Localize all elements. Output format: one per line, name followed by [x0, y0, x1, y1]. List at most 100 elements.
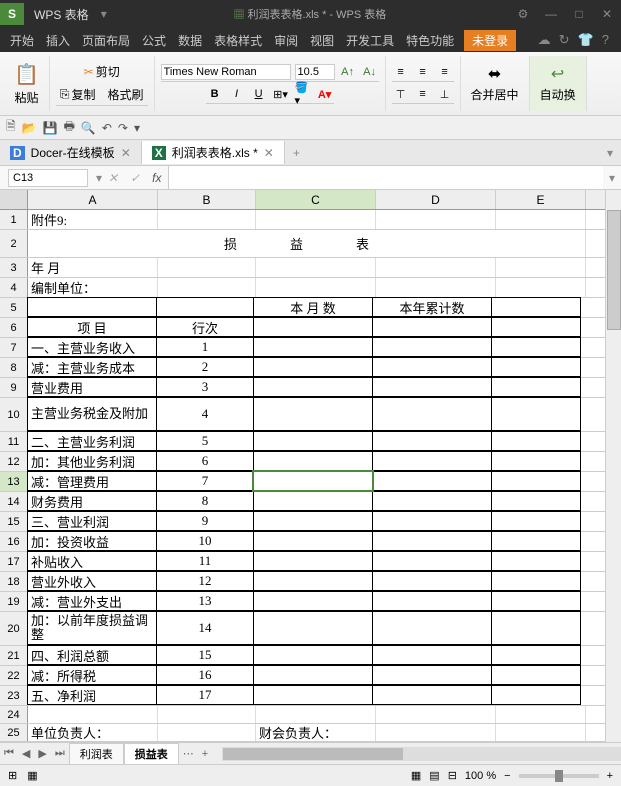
cell[interactable]: [158, 706, 256, 723]
row-header[interactable]: 10: [0, 398, 28, 431]
cloud-icon[interactable]: ☁: [538, 32, 551, 48]
cell[interactable]: [253, 591, 373, 611]
cell[interactable]: [491, 571, 581, 591]
cell[interactable]: [256, 258, 376, 277]
menu-review[interactable]: 审阅: [268, 30, 304, 51]
cell[interactable]: [491, 337, 581, 357]
cell[interactable]: 主营业务税金及附加: [27, 397, 157, 431]
cell[interactable]: 财会负责人：: [256, 724, 376, 741]
cell[interactable]: 14: [156, 611, 254, 645]
align-right-icon[interactable]: ≡: [436, 63, 454, 81]
cell[interactable]: 加：其他业务利润: [27, 451, 157, 471]
print-icon[interactable]: 🖶: [64, 117, 75, 138]
shirt-icon[interactable]: 👕: [578, 32, 594, 48]
settings-icon[interactable]: ⚙: [509, 7, 537, 21]
cell[interactable]: [491, 611, 581, 645]
cell[interactable]: [372, 357, 492, 377]
cell[interactable]: 5: [156, 431, 254, 451]
cell[interactable]: [376, 210, 496, 229]
cell[interactable]: [376, 724, 496, 741]
cell[interactable]: 一、主营业务收入: [27, 337, 157, 357]
view-page-icon[interactable]: ▤: [429, 769, 439, 782]
cell[interactable]: 10: [156, 531, 254, 551]
paste-button[interactable]: 📋 粘贴: [10, 60, 43, 108]
cell[interactable]: 减：所得税: [27, 665, 157, 685]
cell[interactable]: [253, 451, 373, 471]
valign-bot-icon[interactable]: ⊥: [436, 85, 454, 103]
row-header[interactable]: 9: [0, 378, 28, 397]
row-header[interactable]: 7: [0, 338, 28, 357]
cell[interactable]: [253, 571, 373, 591]
col-header-c[interactable]: C: [256, 190, 376, 209]
cell[interactable]: [156, 297, 254, 317]
row-header[interactable]: 5: [0, 298, 28, 317]
align-left-icon[interactable]: ≡: [392, 63, 410, 81]
cell[interactable]: [253, 431, 373, 451]
accept-fx-icon[interactable]: ✓: [124, 171, 146, 185]
cell[interactable]: [253, 611, 373, 645]
valign-top-icon[interactable]: ⊤: [392, 85, 410, 103]
autowrap-button[interactable]: ↩ 自动换: [536, 62, 580, 105]
cell[interactable]: 1: [156, 337, 254, 357]
tab-close-icon[interactable]: ✕: [121, 146, 131, 160]
cell[interactable]: [372, 571, 492, 591]
cell[interactable]: 减：营业外支出: [27, 591, 157, 611]
menu-tablestyle[interactable]: 表格样式: [208, 30, 268, 51]
cell[interactable]: [253, 531, 373, 551]
cell[interactable]: [372, 397, 492, 431]
bold-button[interactable]: B: [206, 85, 224, 103]
font-size-input[interactable]: [295, 64, 335, 80]
cell[interactable]: [496, 706, 586, 723]
row-header[interactable]: 20: [0, 612, 28, 645]
cell[interactable]: [372, 511, 492, 531]
cell[interactable]: [253, 471, 373, 491]
title-dropdown-icon[interactable]: ▾: [97, 7, 111, 21]
cell[interactable]: 减：管理费用: [27, 471, 157, 491]
cell[interactable]: [253, 337, 373, 357]
merge-center-button[interactable]: ⬌ 合并居中: [467, 62, 523, 105]
redo-icon[interactable]: ↷: [118, 121, 128, 135]
cell[interactable]: [491, 511, 581, 531]
border-button[interactable]: ⊞▾: [272, 85, 290, 103]
cell[interactable]: 9: [156, 511, 254, 531]
hscroll-thumb[interactable]: [223, 748, 403, 760]
cell[interactable]: [253, 685, 373, 705]
row-header[interactable]: 14: [0, 492, 28, 511]
copy-button[interactable]: ⎘复制: [56, 84, 100, 105]
menu-data[interactable]: 数据: [172, 30, 208, 51]
cell[interactable]: 15: [156, 645, 254, 665]
cell[interactable]: 单位负责人：: [28, 724, 158, 741]
cell[interactable]: 8: [156, 491, 254, 511]
col-header-e[interactable]: E: [496, 190, 586, 209]
cell[interactable]: 7: [156, 471, 254, 491]
cell[interactable]: [491, 317, 581, 337]
cell[interactable]: [372, 431, 492, 451]
row-header[interactable]: 17: [0, 552, 28, 571]
menu-pagelayout[interactable]: 页面布局: [76, 30, 136, 51]
horizontal-scrollbar[interactable]: [222, 747, 621, 761]
cell[interactable]: [372, 685, 492, 705]
cell[interactable]: [372, 531, 492, 551]
cell[interactable]: 编制单位：: [28, 278, 158, 297]
zoom-in-button[interactable]: +: [607, 770, 613, 782]
row-header[interactable]: 2: [0, 230, 28, 257]
cell[interactable]: [491, 377, 581, 397]
sheet-tab-income[interactable]: 损益表: [124, 743, 179, 764]
cell[interactable]: [372, 591, 492, 611]
row-header[interactable]: 15: [0, 512, 28, 531]
preview-icon[interactable]: 🔍: [81, 121, 96, 135]
cell[interactable]: [496, 258, 586, 277]
cell[interactable]: 3: [156, 377, 254, 397]
cell[interactable]: [253, 317, 373, 337]
row-header[interactable]: 22: [0, 666, 28, 685]
maximize-button[interactable]: □: [565, 7, 593, 21]
valign-mid-icon[interactable]: ≡: [414, 85, 432, 103]
view-break-icon[interactable]: ⊟: [448, 769, 457, 782]
cell[interactable]: [256, 210, 376, 229]
cell[interactable]: [372, 471, 492, 491]
font-grow-icon[interactable]: A↑: [339, 63, 357, 81]
cell[interactable]: 2: [156, 357, 254, 377]
cell[interactable]: 二、主营业务利润: [27, 431, 157, 451]
cell[interactable]: [491, 685, 581, 705]
cell[interactable]: 4: [156, 397, 254, 431]
